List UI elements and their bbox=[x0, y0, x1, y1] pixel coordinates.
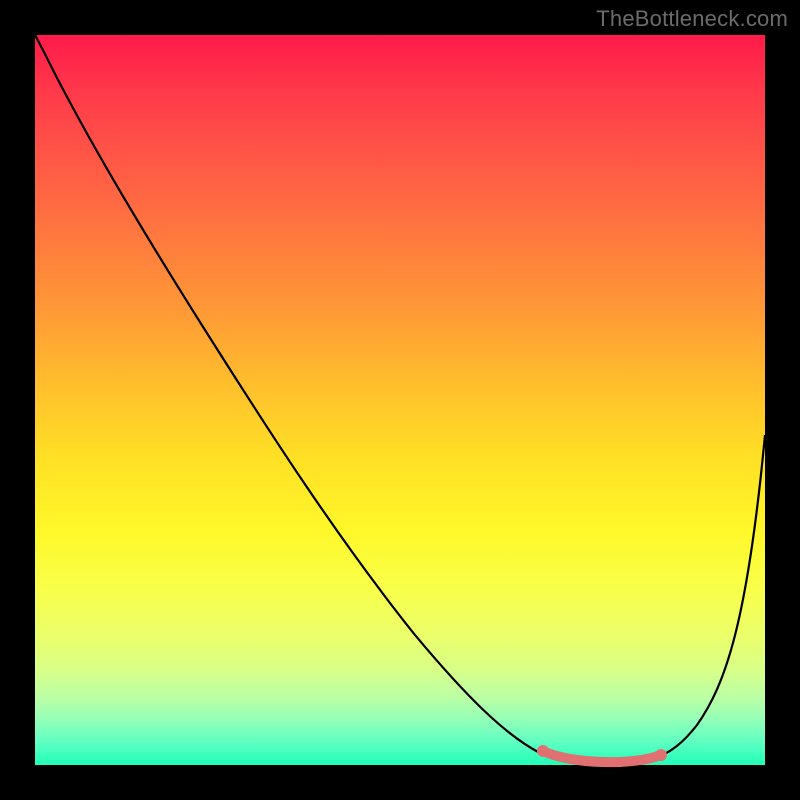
bottleneck-curve-line bbox=[35, 35, 765, 762]
bottleneck-curve-svg bbox=[35, 35, 765, 765]
watermark-text: TheBottleneck.com bbox=[596, 6, 788, 32]
optimal-range-marker bbox=[543, 751, 661, 762]
optimal-end-dot bbox=[655, 749, 667, 761]
chart-frame: TheBottleneck.com bbox=[0, 0, 800, 800]
plot-area bbox=[35, 35, 765, 765]
